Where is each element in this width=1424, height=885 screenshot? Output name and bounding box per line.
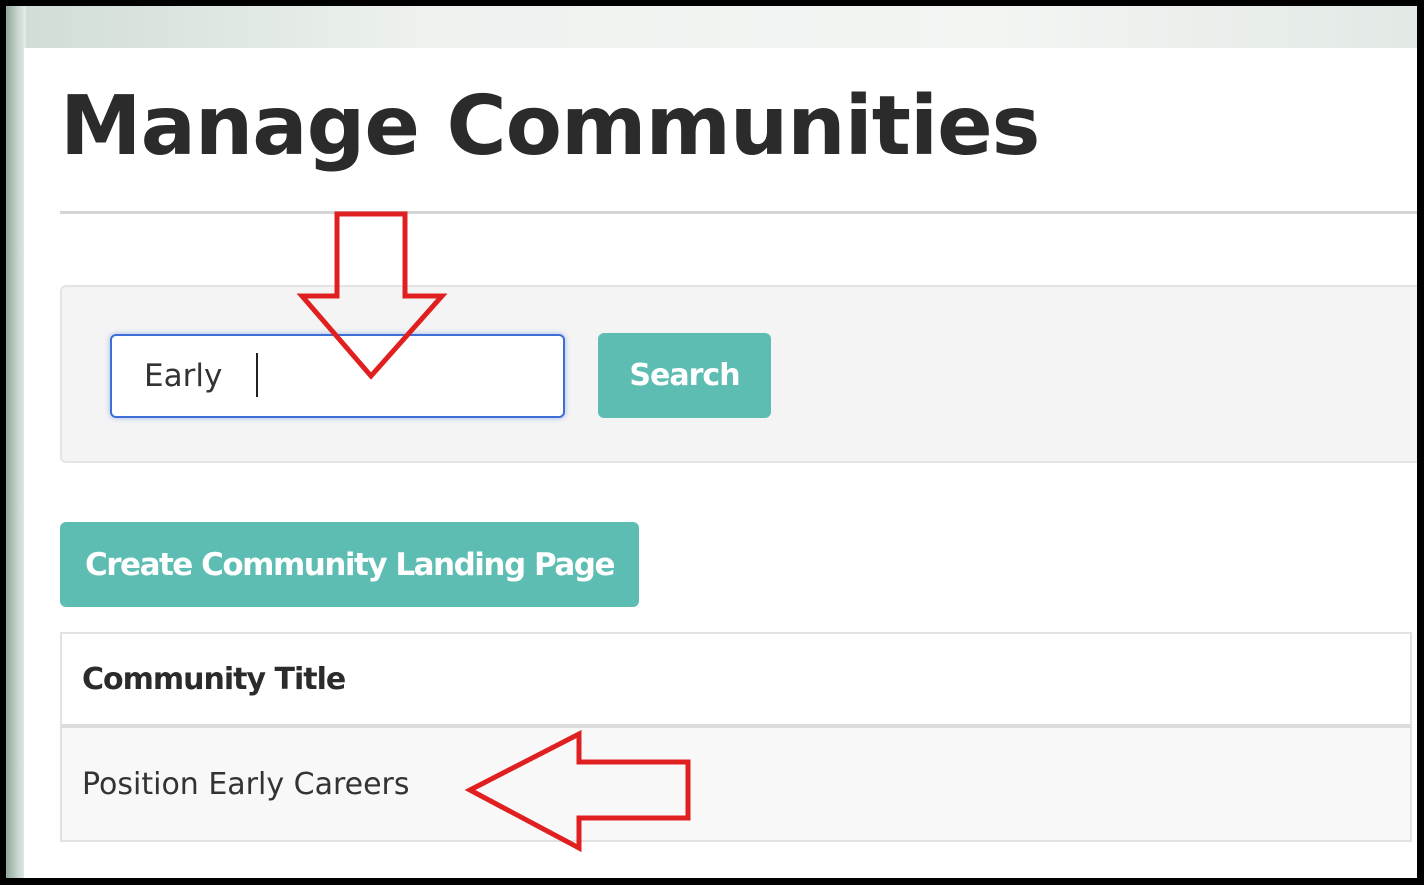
screenshot-frame: Manage Communities Search Create Communi… bbox=[6, 6, 1417, 878]
left-arrow-annotation-icon bbox=[464, 730, 691, 853]
create-community-landing-page-button[interactable]: Create Community Landing Page bbox=[60, 522, 639, 607]
title-divider bbox=[60, 211, 1417, 214]
down-arrow-annotation-icon bbox=[296, 211, 448, 380]
page-title: Manage Communities bbox=[60, 79, 1040, 174]
search-panel: Search bbox=[60, 285, 1417, 463]
communities-table: Community Title Position Early Careers bbox=[60, 632, 1412, 842]
content-panel: Manage Communities Search Create Communi… bbox=[24, 48, 1417, 878]
column-header-community-title[interactable]: Community Title bbox=[61, 633, 1411, 728]
background-image-top bbox=[6, 6, 1417, 48]
table-header-row: Community Title bbox=[61, 633, 1411, 728]
table-row[interactable]: Position Early Careers bbox=[61, 726, 1411, 841]
community-title-cell[interactable]: Position Early Careers bbox=[61, 726, 1411, 841]
text-cursor bbox=[256, 353, 258, 397]
background-image-left bbox=[6, 6, 26, 878]
search-button[interactable]: Search bbox=[598, 333, 771, 418]
